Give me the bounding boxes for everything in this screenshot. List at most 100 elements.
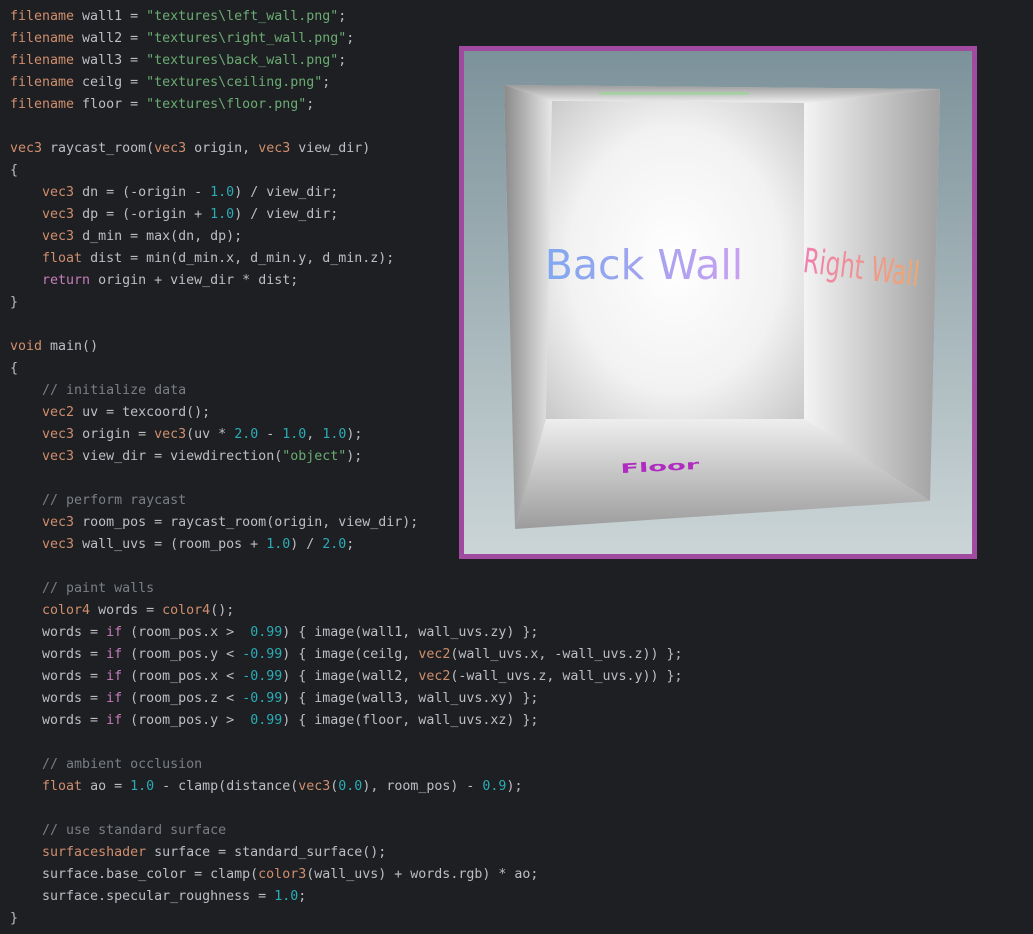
code-token: 1.0: [210, 207, 235, 222]
code-token: filename: [10, 9, 75, 24]
back-wall-label: Back Wall: [545, 241, 743, 289]
code-token: words =: [10, 713, 107, 728]
code-token: 2.0: [322, 537, 347, 552]
code-token: vec3: [154, 427, 187, 442]
code-token: vec3: [42, 229, 75, 244]
code-line[interactable]: surfaceshader surface = standard_surface…: [10, 842, 683, 864]
code-line[interactable]: // ambient occlusion: [10, 754, 683, 776]
code-line[interactable]: surface.specular_roughness = 1.0;: [10, 886, 683, 908]
code-token: ceilg =: [74, 75, 147, 90]
code-token: room_pos = raycast_room(origin, view_dir…: [74, 515, 419, 530]
code-token: filename: [10, 75, 75, 90]
code-token: vec3: [42, 449, 75, 464]
code-token: ;: [306, 97, 315, 112]
code-token: }: [10, 295, 19, 310]
code-token: dist = min(d_min.x, d_min.y, d_min.z);: [82, 251, 395, 266]
code-line[interactable]: color4 words = color4();: [10, 600, 683, 622]
code-line[interactable]: [10, 798, 683, 820]
code-line[interactable]: filename wall1 = "textures\left_wall.png…: [10, 6, 683, 28]
code-token: (wall_uvs.x, -wall_uvs.z)) };: [450, 647, 683, 662]
code-line[interactable]: // paint walls: [10, 578, 683, 600]
code-token: origin,: [186, 141, 259, 156]
code-token: (room_pos.y <: [122, 647, 243, 662]
code-token: dp = (-origin +: [74, 207, 211, 222]
code-line[interactable]: [10, 556, 683, 578]
code-token: (room_pos.x >: [122, 625, 251, 640]
code-token: vec3: [42, 185, 75, 200]
code-token: "textures\left_wall.png": [146, 9, 339, 24]
code-token: -0.99: [242, 669, 283, 684]
code-token: void: [10, 339, 43, 354]
code-token: ) /: [290, 537, 323, 552]
code-token: -0.99: [242, 691, 283, 706]
code-token: ) { image(floor, wall_uvs.xz) };: [282, 713, 539, 728]
code-line[interactable]: surface.base_color = clamp(color3(wall_u…: [10, 864, 683, 886]
code-line[interactable]: words = if (room_pos.y < -0.99) { image(…: [10, 644, 683, 666]
code-token: {: [10, 361, 19, 376]
code-token: vec3: [258, 141, 291, 156]
code-token: - clamp(distance(: [154, 779, 299, 794]
code-token: uv = texcoord();: [74, 405, 211, 420]
code-token: origin =: [74, 427, 155, 442]
code-token: 1.0: [130, 779, 155, 794]
code-token: 1.0: [210, 185, 235, 200]
code-token: surface = standard_surface();: [146, 845, 387, 860]
code-token: ;: [346, 537, 355, 552]
code-token: 1.0: [274, 889, 299, 904]
code-line[interactable]: // use standard surface: [10, 820, 683, 842]
code-token: words =: [90, 603, 163, 618]
code-token: "textures\ceiling.png": [146, 75, 323, 90]
code-token: origin + view_dir * dist;: [90, 273, 299, 288]
code-token: float: [42, 779, 83, 794]
code-token: if: [106, 691, 123, 706]
code-token: -: [258, 427, 283, 442]
code-token: wall_uvs = (room_pos +: [74, 537, 267, 552]
code-token: (uv *: [186, 427, 235, 442]
code-token: filename: [10, 31, 75, 46]
code-line[interactable]: words = if (room_pos.x < -0.99) { image(…: [10, 666, 683, 688]
code-token: ao =: [82, 779, 131, 794]
code-line[interactable]: [10, 732, 683, 754]
code-token: floor =: [74, 97, 147, 112]
code-token: );: [506, 779, 523, 794]
render-preview: Back Wall Right Wall Floor: [459, 46, 977, 559]
code-token: vec3: [298, 779, 331, 794]
code-token: raycast_room(: [42, 141, 155, 156]
code-token: // initialize data: [42, 383, 187, 398]
code-line[interactable]: words = if (room_pos.x > 0.99) { image(w…: [10, 622, 683, 644]
code-token: ) { image(wall3, wall_uvs.xy) };: [282, 691, 539, 706]
code-token: ;: [322, 75, 331, 90]
code-line[interactable]: }: [10, 908, 683, 930]
code-token: ;: [338, 53, 347, 68]
code-token: filename: [10, 53, 75, 68]
code-token: surface.specular_roughness =: [10, 889, 275, 904]
code-token: ) / view_dir;: [234, 185, 339, 200]
code-token: 0.0: [338, 779, 363, 794]
code-line[interactable]: words = if (room_pos.z < -0.99) { image(…: [10, 688, 683, 710]
code-token: 1.0: [266, 537, 291, 552]
code-token: -0.99: [242, 647, 283, 662]
ceiling-texture-mark: [599, 92, 749, 95]
code-line[interactable]: float ao = 1.0 - clamp(distance(vec3(0.0…: [10, 776, 683, 798]
code-token: );: [346, 427, 363, 442]
code-token: ) / view_dir;: [234, 207, 339, 222]
code-line[interactable]: words = if (room_pos.y > 0.99) { image(f…: [10, 710, 683, 732]
code-token: if: [106, 625, 123, 640]
code-token: float: [42, 251, 83, 266]
code-token: // use standard surface: [42, 823, 227, 838]
code-token: 1.0: [322, 427, 347, 442]
